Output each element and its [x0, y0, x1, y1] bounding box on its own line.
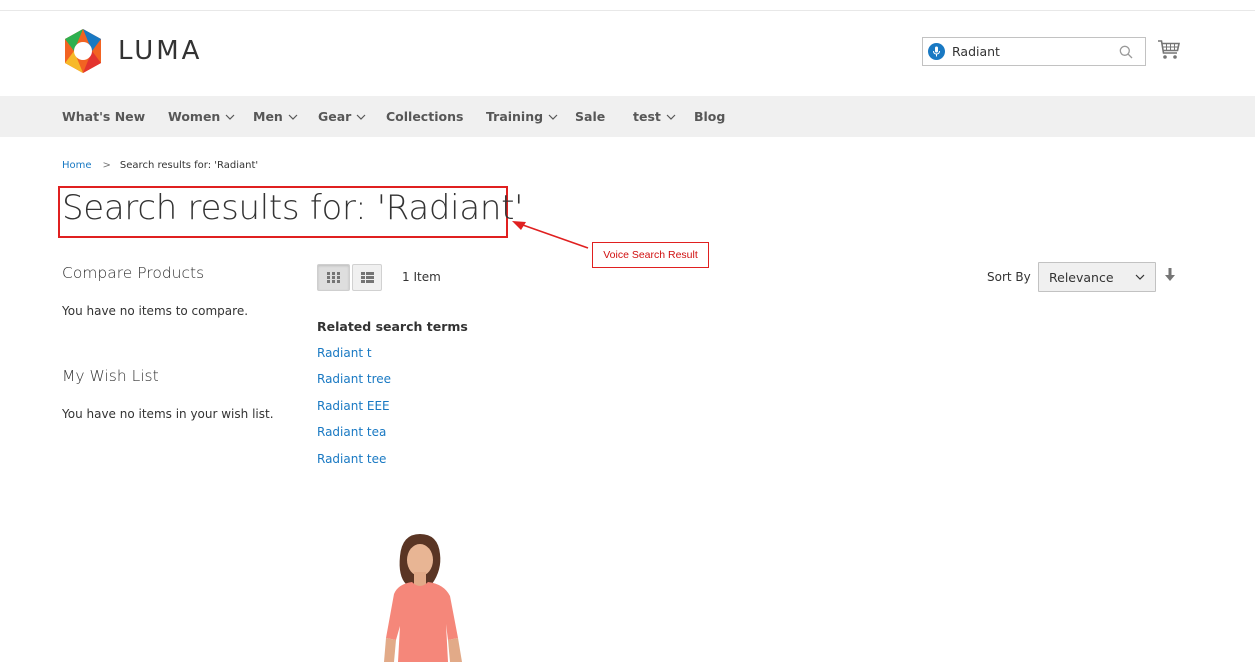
search-icon[interactable] [1113, 39, 1139, 65]
sort-by-value: Relevance [1049, 269, 1114, 285]
product-image[interactable] [362, 520, 482, 662]
main-navigation: What's New Women Men Gear Collections Tr… [0, 96, 1255, 137]
chevron-down-icon [666, 114, 676, 120]
nav-item-women[interactable]: Women [168, 96, 235, 137]
breadcrumb-home-link[interactable]: Home [62, 160, 92, 171]
nav-item-test[interactable]: test [633, 96, 676, 137]
breadcrumb-separator: > [102, 160, 111, 171]
list-view-button[interactable] [352, 264, 382, 291]
list-icon [360, 272, 374, 283]
nav-item-blog[interactable]: Blog [694, 96, 725, 137]
sort-by-select[interactable]: Relevance [1038, 262, 1156, 292]
grid-icon [327, 272, 340, 283]
logo[interactable]: LUMA [62, 27, 212, 75]
search-field[interactable]: Radiant [922, 37, 1146, 66]
related-term-link[interactable]: Radiant tee [317, 452, 386, 466]
sort-direction-arrow-icon[interactable] [1164, 268, 1176, 282]
nav-item-whats-new[interactable]: What's New [62, 96, 145, 137]
related-term-link[interactable]: Radiant tea [317, 425, 386, 439]
chevron-down-icon [225, 114, 235, 120]
nav-item-gear[interactable]: Gear [318, 96, 366, 137]
grid-view-button[interactable] [317, 264, 350, 291]
chevron-down-icon [1135, 274, 1145, 280]
microphone-icon[interactable] [928, 43, 945, 60]
chevron-down-icon [356, 114, 366, 120]
nav-item-collections[interactable]: Collections [386, 96, 463, 137]
annotation-label: Voice Search Result [592, 242, 709, 268]
product-photo [384, 534, 462, 662]
related-term-link[interactable]: Radiant tree [317, 372, 391, 386]
logo-text: LUMA [118, 36, 203, 66]
page-title: Search results for: 'Radiant' [62, 188, 524, 228]
compare-products-title: Compare Products [62, 264, 205, 282]
item-count: 1 Item [402, 270, 441, 284]
wishlist-title: My Wish List [62, 367, 159, 385]
breadcrumb: Home > Search results for: 'Radiant' [62, 160, 258, 171]
sort-by-label: Sort By [987, 270, 1031, 284]
chevron-down-icon [288, 114, 298, 120]
related-term-link[interactable]: Radiant t [317, 346, 372, 360]
compare-empty-text: You have no items to compare. [62, 304, 249, 318]
nav-item-sale[interactable]: Sale [575, 96, 605, 137]
related-term-link[interactable]: Radiant EEE [317, 399, 390, 413]
annotation-arrow-icon [512, 221, 589, 249]
chevron-down-icon [548, 114, 558, 120]
related-search-terms-title: Related search terms [317, 319, 468, 334]
search-input[interactable]: Radiant [952, 44, 1113, 59]
cart-icon[interactable] [1157, 38, 1181, 62]
wishlist-empty-text: You have no items in your wish list. [62, 407, 274, 421]
luma-logo-icon [65, 29, 101, 73]
nav-item-men[interactable]: Men [253, 96, 298, 137]
top-divider [0, 10, 1255, 11]
nav-item-training[interactable]: Training [486, 96, 558, 137]
breadcrumb-current: Search results for: 'Radiant' [119, 160, 259, 171]
